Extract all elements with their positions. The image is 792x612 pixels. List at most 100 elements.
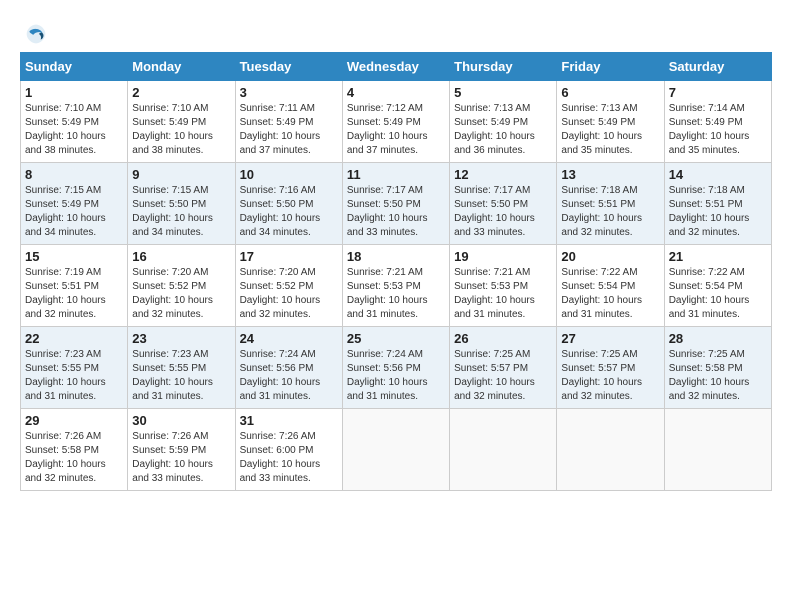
day-number: 11: [347, 167, 445, 182]
calendar-day-cell: 20 Sunrise: 7:22 AMSunset: 5:54 PMDayligh…: [557, 245, 664, 327]
day-number: 7: [669, 85, 767, 100]
day-number: 10: [240, 167, 338, 182]
day-info: Sunrise: 7:26 AMSunset: 5:58 PMDaylight:…: [25, 430, 123, 486]
calendar-week-row: 29 Sunrise: 7:26 AMSunset: 5:58 PMDayligh…: [21, 409, 772, 491]
day-info: Sunrise: 7:15 AMSunset: 5:49 PMDaylight:…: [25, 184, 123, 240]
day-number: 21: [669, 249, 767, 264]
calendar-day-cell: 12 Sunrise: 7:17 AMSunset: 5:50 PMDayligh…: [450, 163, 557, 245]
day-info: Sunrise: 7:23 AMSunset: 5:55 PMDaylight:…: [25, 348, 123, 404]
day-info: Sunrise: 7:22 AMSunset: 5:54 PMDaylight:…: [669, 266, 767, 322]
day-info: Sunrise: 7:16 AMSunset: 5:50 PMDaylight:…: [240, 184, 338, 240]
day-number: 20: [561, 249, 659, 264]
calendar-day-cell: 9Sunrise: 7:15 AMSunset: 5:50 PMDaylight…: [128, 163, 235, 245]
day-number: 2: [132, 85, 230, 100]
calendar-day-cell: 16 Sunrise: 7:20 AMSunset: 5:52 PMDayligh…: [128, 245, 235, 327]
day-number: 24: [240, 331, 338, 346]
calendar-day-cell: 5Sunrise: 7:13 AMSunset: 5:49 PMDaylight…: [450, 81, 557, 163]
calendar-day-cell: 2 Sunrise: 7:10 AMSunset: 5:49 PMDaylight…: [128, 81, 235, 163]
day-number: 12: [454, 167, 552, 182]
logo: [20, 20, 50, 48]
day-number: 29: [25, 413, 123, 428]
day-info: Sunrise: 7:13 AMSunset: 5:49 PMDaylight:…: [561, 102, 659, 158]
calendar-day-cell: 31 Sunrise: 7:26 AMSunset: 6:00 PMDayligh…: [235, 409, 342, 491]
day-info: Sunrise: 7:10 AMSunset: 5:49 PMDaylight:…: [132, 102, 230, 158]
day-info: Sunrise: 7:24 AMSunset: 5:56 PMDaylight:…: [347, 348, 445, 404]
calendar-day-cell: 30 Sunrise: 7:26 AMSunset: 5:59 PMDayligh…: [128, 409, 235, 491]
day-number: 6: [561, 85, 659, 100]
calendar-day-cell: 11 Sunrise: 7:17 AMSunset: 5:50 PMDayligh…: [342, 163, 449, 245]
day-info: Sunrise: 7:15 AMSunset: 5:50 PMDaylight:…: [132, 184, 230, 240]
day-number: 16: [132, 249, 230, 264]
day-info: Sunrise: 7:11 AMSunset: 5:49 PMDaylight:…: [240, 102, 338, 158]
calendar-day-cell: 15 Sunrise: 7:19 AMSunset: 5:51 PMDayligh…: [21, 245, 128, 327]
day-number: 25: [347, 331, 445, 346]
day-info: Sunrise: 7:23 AMSunset: 5:55 PMDaylight:…: [132, 348, 230, 404]
calendar-day-cell: 17 Sunrise: 7:20 AMSunset: 5:52 PMDayligh…: [235, 245, 342, 327]
day-number: 17: [240, 249, 338, 264]
calendar-day-cell: 24 Sunrise: 7:24 AMSunset: 5:56 PMDayligh…: [235, 327, 342, 409]
calendar-day-cell: [450, 409, 557, 491]
calendar-day-cell: 26 Sunrise: 7:25 AMSunset: 5:57 PMDayligh…: [450, 327, 557, 409]
calendar-day-cell: 10 Sunrise: 7:16 AMSunset: 5:50 PMDayligh…: [235, 163, 342, 245]
day-number: 28: [669, 331, 767, 346]
day-of-week-header: Saturday: [664, 53, 771, 81]
day-info: Sunrise: 7:20 AMSunset: 5:52 PMDaylight:…: [240, 266, 338, 322]
day-info: Sunrise: 7:20 AMSunset: 5:52 PMDaylight:…: [132, 266, 230, 322]
day-of-week-header: Wednesday: [342, 53, 449, 81]
day-number: 13: [561, 167, 659, 182]
calendar-day-cell: [664, 409, 771, 491]
day-number: 23: [132, 331, 230, 346]
calendar-day-cell: 4 Sunrise: 7:12 AMSunset: 5:49 PMDaylight…: [342, 81, 449, 163]
calendar-day-cell: 6 Sunrise: 7:13 AMSunset: 5:49 PMDaylight…: [557, 81, 664, 163]
day-info: Sunrise: 7:19 AMSunset: 5:51 PMDaylight:…: [25, 266, 123, 322]
calendar-day-cell: 29 Sunrise: 7:26 AMSunset: 5:58 PMDayligh…: [21, 409, 128, 491]
day-info: Sunrise: 7:14 AMSunset: 5:49 PMDaylight:…: [669, 102, 767, 158]
day-of-week-header: Sunday: [21, 53, 128, 81]
calendar-day-cell: 23 Sunrise: 7:23 AMSunset: 5:55 PMDayligh…: [128, 327, 235, 409]
calendar-week-row: 8 Sunrise: 7:15 AMSunset: 5:49 PMDaylight…: [21, 163, 772, 245]
calendar-day-cell: 18 Sunrise: 7:21 AMSunset: 5:53 PMDayligh…: [342, 245, 449, 327]
calendar-day-cell: 3 Sunrise: 7:11 AMSunset: 5:49 PMDaylight…: [235, 81, 342, 163]
page-header: [20, 20, 772, 48]
day-info: Sunrise: 7:26 AMSunset: 6:00 PMDaylight:…: [240, 430, 338, 486]
day-info: Sunrise: 7:10 AMSunset: 5:49 PMDaylight:…: [25, 102, 123, 158]
day-info: Sunrise: 7:22 AMSunset: 5:54 PMDaylight:…: [561, 266, 659, 322]
calendar-table: SundayMondayTuesdayWednesdayThursdayFrid…: [20, 52, 772, 491]
day-of-week-header: Friday: [557, 53, 664, 81]
day-number: 8: [25, 167, 123, 182]
day-number: 15: [25, 249, 123, 264]
day-info: Sunrise: 7:17 AMSunset: 5:50 PMDaylight:…: [454, 184, 552, 240]
day-of-week-header: Monday: [128, 53, 235, 81]
calendar-day-cell: 28 Sunrise: 7:25 AMSunset: 5:58 PMDayligh…: [664, 327, 771, 409]
day-info: Sunrise: 7:17 AMSunset: 5:50 PMDaylight:…: [347, 184, 445, 240]
day-number: 19: [454, 249, 552, 264]
day-info: Sunrise: 7:12 AMSunset: 5:49 PMDaylight:…: [347, 102, 445, 158]
day-info: Sunrise: 7:25 AMSunset: 5:58 PMDaylight:…: [669, 348, 767, 404]
day-info: Sunrise: 7:24 AMSunset: 5:56 PMDaylight:…: [240, 348, 338, 404]
day-number: 18: [347, 249, 445, 264]
calendar-day-cell: 8 Sunrise: 7:15 AMSunset: 5:49 PMDaylight…: [21, 163, 128, 245]
day-number: 4: [347, 85, 445, 100]
calendar-day-cell: [342, 409, 449, 491]
calendar-week-row: 15 Sunrise: 7:19 AMSunset: 5:51 PMDayligh…: [21, 245, 772, 327]
day-of-week-header: Tuesday: [235, 53, 342, 81]
calendar-day-cell: [557, 409, 664, 491]
day-info: Sunrise: 7:25 AMSunset: 5:57 PMDaylight:…: [454, 348, 552, 404]
day-of-week-header: Thursday: [450, 53, 557, 81]
day-number: 30: [132, 413, 230, 428]
day-info: Sunrise: 7:21 AMSunset: 5:53 PMDaylight:…: [347, 266, 445, 322]
day-number: 3: [240, 85, 338, 100]
calendar-header-row: SundayMondayTuesdayWednesdayThursdayFrid…: [21, 53, 772, 81]
calendar-day-cell: 19Sunrise: 7:21 AMSunset: 5:53 PMDayligh…: [450, 245, 557, 327]
day-info: Sunrise: 7:26 AMSunset: 5:59 PMDaylight:…: [132, 430, 230, 486]
day-number: 26: [454, 331, 552, 346]
day-info: Sunrise: 7:13 AMSunset: 5:49 PMDaylight:…: [454, 102, 552, 158]
day-info: Sunrise: 7:18 AMSunset: 5:51 PMDaylight:…: [669, 184, 767, 240]
calendar-week-row: 22 Sunrise: 7:23 AMSunset: 5:55 PMDayligh…: [21, 327, 772, 409]
day-number: 27: [561, 331, 659, 346]
day-number: 31: [240, 413, 338, 428]
day-number: 1: [25, 85, 123, 100]
day-number: 22: [25, 331, 123, 346]
calendar-day-cell: 14Sunrise: 7:18 AMSunset: 5:51 PMDayligh…: [664, 163, 771, 245]
calendar-day-cell: 25 Sunrise: 7:24 AMSunset: 5:56 PMDayligh…: [342, 327, 449, 409]
